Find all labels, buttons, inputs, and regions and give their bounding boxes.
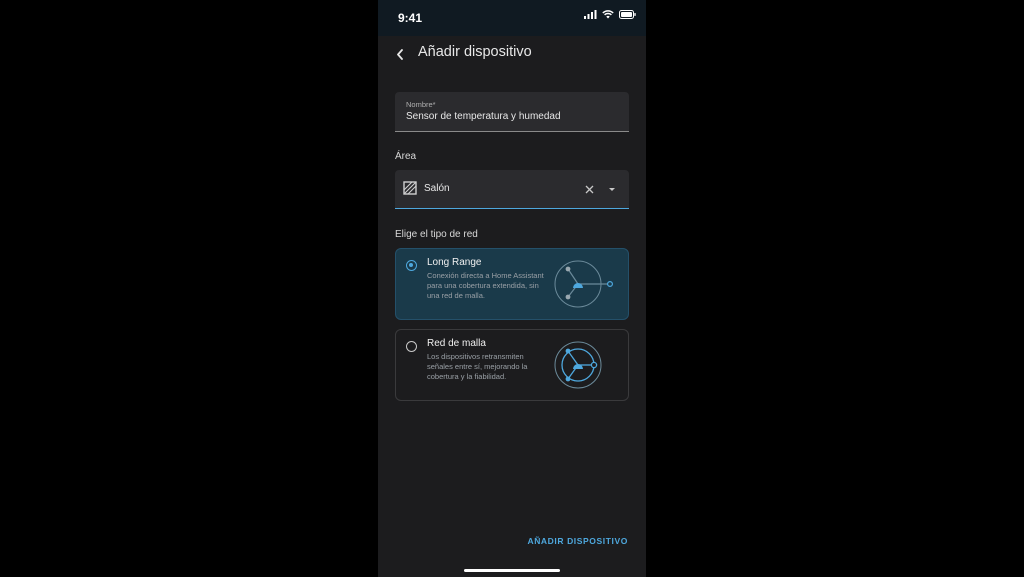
status-bar: 9:41: [378, 0, 646, 36]
name-field[interactable]: Nombre*: [395, 92, 629, 132]
mesh-description: Los dispositivos retransmiten señales en…: [427, 352, 528, 381]
area-select[interactable]: Salón: [395, 170, 629, 209]
clear-area-button[interactable]: [582, 182, 596, 196]
mesh-radio[interactable]: [406, 341, 417, 352]
name-field-label: Nombre*: [406, 100, 436, 109]
long-range-network-diagram: [554, 260, 613, 308]
home-indicator: [464, 569, 560, 572]
long-range-radio[interactable]: [406, 260, 417, 271]
option-mesh[interactable]: Red de malla Los dispositivos retransmit…: [395, 329, 629, 401]
network-type-label: Elige el tipo de red: [395, 229, 478, 240]
area-hatch-icon: [403, 181, 417, 195]
add-device-button[interactable]: AÑADIR DISPOSITIVO: [518, 536, 628, 550]
long-range-description: Conexión directa a Home Assistant para u…: [427, 271, 544, 300]
area-dropdown-button[interactable]: [605, 182, 619, 196]
status-icons: [584, 10, 636, 19]
back-button[interactable]: [390, 44, 410, 64]
long-range-title: Long Range: [427, 257, 482, 268]
name-input[interactable]: [406, 111, 616, 122]
chevron-left-icon: [397, 48, 403, 60]
mesh-title: Red de malla: [427, 338, 486, 349]
wifi-icon: [602, 10, 614, 19]
app-bar: Añadir dispositivo: [378, 36, 646, 72]
page-title: Añadir dispositivo: [418, 44, 532, 60]
cellular-signal-icon: [584, 10, 597, 19]
phone-screen: 9:41 Añadir dispositivo Nombre* Sensor d…: [378, 0, 646, 577]
area-section-label: Área: [395, 151, 417, 162]
battery-icon: [619, 10, 636, 19]
mesh-network-diagram: [554, 341, 602, 389]
triangle-down-icon: [609, 187, 615, 191]
area-value: Salón: [424, 183, 450, 194]
option-long-range[interactable]: Long Range Conexión directa a Home Assis…: [395, 248, 629, 320]
close-icon: [585, 185, 593, 193]
status-time: 9:41: [398, 11, 423, 25]
